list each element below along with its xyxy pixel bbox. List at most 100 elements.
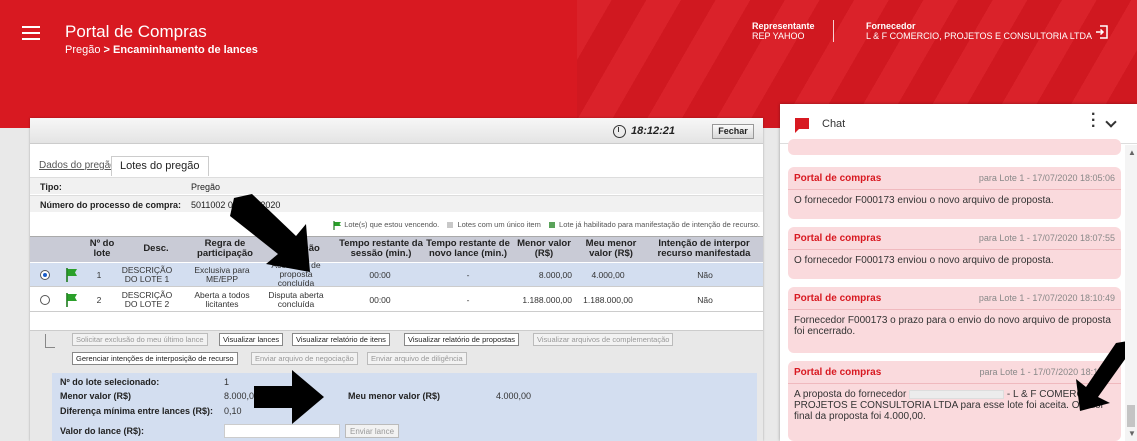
lote-selecionado-value: 1 xyxy=(224,377,230,387)
lot-radio-1[interactable] xyxy=(40,270,50,280)
enviar-negociacao-button[interactable]: Enviar arquivo de negociação xyxy=(251,352,358,365)
legend-gray-square xyxy=(447,222,454,229)
representative-label: Representante xyxy=(752,21,815,31)
cell-menor-valor: 8.000,00 xyxy=(538,270,572,280)
breadcrumb-root[interactable]: Pregão xyxy=(65,44,100,56)
legend-winning: Lote(s) que estou vencendo. xyxy=(344,220,440,229)
diferenca-minima-value: 0,10 xyxy=(224,406,242,416)
message-sender: Portal de compras xyxy=(794,233,882,244)
message-text: A proposta do fornecedor - L & F COMERCI… xyxy=(794,389,1114,422)
message-sender: Portal de compras xyxy=(794,293,882,304)
chat-message-partial xyxy=(788,139,1121,155)
annotation-arrow-icon xyxy=(1076,341,1128,411)
gerenciar-intencoes-button[interactable]: Gerenciar intenções de interposição de r… xyxy=(72,352,238,365)
message-sender: Portal de compras xyxy=(794,173,882,184)
chat-panel: Chat · · · Portal de compras para Lote 1 -… xyxy=(780,104,1137,441)
annotation-arrow-icon xyxy=(230,194,310,272)
info-row-tipo: Tipo: Pregão xyxy=(30,177,763,194)
col-tempo-lance: Tempo restante de novo lance (min.) xyxy=(426,238,510,259)
panel-toolbar: 18:12:21 Fechar xyxy=(30,118,763,144)
tab-lotes-pregao[interactable]: Lotes do pregão xyxy=(111,156,209,176)
more-options-icon[interactable]: · · · xyxy=(1091,107,1096,135)
cell-intencao: Não xyxy=(697,295,713,305)
chat-title: Chat xyxy=(822,118,846,130)
chat-message: Portal de compras para Lote 1 - 17/07/20… xyxy=(788,287,1121,353)
col-desc: Desc. xyxy=(143,243,169,254)
relatorio-itens-button[interactable]: Visualizar relatório de itens xyxy=(292,333,390,346)
arquivos-complementacao-button[interactable]: Visualizar arquivos de complementação xyxy=(533,333,674,346)
chevron-down-icon[interactable] xyxy=(1105,116,1117,128)
supplier-label: Fornecedor xyxy=(866,21,916,31)
breadcrumb: Pregão > Encaminhamento de lances xyxy=(65,44,258,56)
selected-lot-detail: Nº do lote selecionado: 1 Menor valor (R… xyxy=(52,373,757,441)
enviar-lance-button[interactable]: Enviar lance xyxy=(345,424,400,438)
tipo-label: Tipo: xyxy=(40,182,62,192)
scroll-down-icon[interactable]: ▼ xyxy=(1128,429,1136,438)
chat-message: Portal de compras para Lote 1 - 17/07/20… xyxy=(788,167,1121,219)
col-lote: Nº do lote xyxy=(89,238,115,259)
table-row[interactable]: 1 DESCRIÇÃO DO LOTE 1 Exclusiva para ME/… xyxy=(30,261,763,288)
menor-valor-label: Menor valor (R$) xyxy=(60,391,132,401)
col-intencao: Intenção de interpor recurso manifestada xyxy=(657,238,751,259)
header-divider xyxy=(833,20,834,42)
chat-messages: Portal de compras para Lote 1 - 17/07/20… xyxy=(780,139,1128,441)
message-text-start: A proposta do fornecedor xyxy=(794,389,907,400)
app-title: Portal de Compras xyxy=(65,22,207,41)
col-menor-valor: Menor valor (R$) xyxy=(517,238,571,259)
logout-icon[interactable] xyxy=(1095,25,1109,39)
subitem-arrow-icon xyxy=(45,334,55,348)
lots-table-header: Nº do lote Desc. Regra de participação S… xyxy=(30,236,763,262)
chat-message: Portal de compras para Lote 1 - 17/07/20… xyxy=(788,361,1121,441)
solicitar-exclusao-button[interactable]: Solicitar exclusão do meu último lance xyxy=(72,333,208,346)
cell-meu-menor: 4.000,00 xyxy=(591,270,625,280)
actions-area: Solicitar exclusão do meu último lance V… xyxy=(30,330,763,441)
tipo-value: Pregão xyxy=(191,182,221,192)
message-text: O fornecedor F000173 enviou o novo arqui… xyxy=(794,195,1054,206)
cell-situacao: Disputa aberta concluída xyxy=(268,290,324,309)
diferenca-minima-label: Diferença mínima entre lances (R$): xyxy=(60,406,214,416)
chat-icon xyxy=(795,118,809,133)
legend-enabled: Lote já habilitado para manifestação de … xyxy=(559,220,760,229)
table-row[interactable]: 2 DESCRIÇÃO DO LOTE 2 Aberta a todos lic… xyxy=(30,288,763,312)
meu-menor-value: 4.000,00 xyxy=(496,391,532,401)
cell-menor-valor: 1.188.000,00 xyxy=(522,295,572,305)
chat-scrollbar[interactable]: ▲ ▼ xyxy=(1125,145,1137,441)
valor-lance-input[interactable] xyxy=(224,424,340,438)
clock-icon xyxy=(613,125,626,138)
message-meta: para Lote 1 - 17/07/2020 18:05:06 xyxy=(978,173,1115,183)
scroll-up-icon[interactable]: ▲ xyxy=(1128,148,1136,157)
visualizar-lances-button[interactable]: Visualizar lances xyxy=(219,333,284,346)
close-button[interactable]: Fechar xyxy=(712,124,754,139)
lot-radio-2[interactable] xyxy=(40,295,50,305)
scroll-thumb[interactable] xyxy=(1127,405,1135,427)
valor-lance-label: Valor do lance (R$): xyxy=(60,426,145,436)
cell-desc: DESCRIÇÃO DO LOTE 1 xyxy=(121,265,173,284)
enviar-diligencia-button[interactable]: Enviar arquivo de diligência xyxy=(367,352,467,365)
message-sender: Portal de compras xyxy=(794,367,882,378)
tab-dados-pregao[interactable]: Dados do pregão xyxy=(35,156,120,176)
cell-tempo-sessao: 00:00 xyxy=(369,270,391,280)
cell-lote: 1 xyxy=(96,270,102,280)
lote-selecionado-label: Nº do lote selecionado: xyxy=(60,377,160,387)
chat-message: Portal de compras para Lote 1 - 17/07/20… xyxy=(788,227,1121,279)
meu-menor-label: Meu menor valor (R$) xyxy=(348,391,441,401)
session-time: 18:12:21 xyxy=(631,125,676,137)
legend: Lote(s) que estou vencendo. Lotes com um… xyxy=(30,220,760,230)
hamburger-menu-icon[interactable] xyxy=(22,26,40,40)
message-divider xyxy=(788,189,1121,190)
cell-desc: DESCRIÇÃO DO LOTE 2 xyxy=(121,290,173,309)
cell-regra: Aberta a todos licitantes xyxy=(194,290,250,309)
message-text: O fornecedor F000173 enviou o novo arqui… xyxy=(794,255,1054,266)
cell-tempo-sessao: 00:00 xyxy=(369,295,391,305)
representative-value: REP YAHOO xyxy=(752,31,805,41)
supplier-value: L & F COMERCIO, PROJETOS E CONSULTORIA L… xyxy=(866,31,1093,41)
redacted-supplier xyxy=(909,389,1005,399)
annotation-arrow-icon xyxy=(254,370,324,424)
supplier-info: Fornecedor L & F COMERCIO, PROJETOS E CO… xyxy=(866,21,1092,41)
message-divider xyxy=(788,383,1121,384)
col-tempo-sessao: Tempo restante da sessão (min.) xyxy=(339,238,423,259)
relatorio-propostas-button[interactable]: Visualizar relatório de propostas xyxy=(404,333,520,346)
cell-tempo-lance: - xyxy=(466,270,470,280)
legend-green-square xyxy=(548,222,555,229)
message-meta: para Lote 1 - 17/07/2020 18:07:55 xyxy=(978,233,1115,243)
